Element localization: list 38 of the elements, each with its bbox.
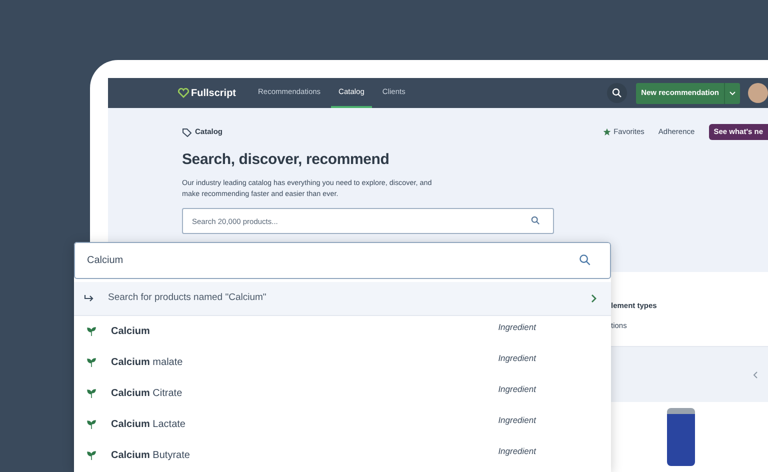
sprout-icon <box>87 389 96 398</box>
search-icon <box>531 216 540 224</box>
result-type: Ingredient <box>498 383 536 396</box>
product-photo-placeholder <box>667 408 695 466</box>
leaf-heart-icon <box>178 88 189 98</box>
result-name: Calcium malate <box>111 356 184 370</box>
sprout-icon <box>87 420 96 429</box>
search-button[interactable] <box>607 83 628 103</box>
chevron-left-icon[interactable] <box>753 370 758 378</box>
result-item[interactable]: Calcium Lactate Ingredient <box>74 409 611 440</box>
brand-logo-text: Fullscript <box>191 86 236 100</box>
avatar[interactable] <box>748 83 768 103</box>
search-icon <box>612 88 622 98</box>
result-name: Calcium <box>111 325 151 339</box>
result-type: Ingredient <box>498 414 536 427</box>
result-type: Ingredient <box>498 445 536 458</box>
search-all-row[interactable]: Search for products named "Calcium" <box>74 282 611 316</box>
result-name: Calcium Butyrate <box>111 449 191 463</box>
result-item[interactable]: Calcium Butyrate Ingredient <box>74 440 611 471</box>
page-title: Search, discover, recommend <box>182 150 390 170</box>
search-icon <box>579 254 591 266</box>
result-type: Ingredient <box>498 352 536 365</box>
ingredient-search-field[interactable]: Calcium <box>74 242 611 279</box>
result-name: Calcium Citrate <box>111 387 184 401</box>
result-item[interactable]: Calcium Ingredient <box>74 316 611 347</box>
return-arrow-icon <box>84 295 94 302</box>
sprout-icon <box>87 327 96 336</box>
result-item[interactable]: Calcium Citrate Ingredient <box>74 378 611 409</box>
result-type: Ingredient <box>498 321 536 334</box>
sprout-icon <box>87 451 96 460</box>
caret-icon <box>729 90 736 96</box>
tag-icon <box>182 128 192 136</box>
sprout-icon <box>87 358 96 367</box>
result-item[interactable]: Calcium malate Ingredient <box>74 347 611 378</box>
result-name: Calcium Lactate <box>111 418 186 432</box>
search-all-label: Search for products named "Calcium" <box>108 291 268 306</box>
chevron-right-icon <box>591 294 597 303</box>
star-icon <box>602 128 611 136</box>
